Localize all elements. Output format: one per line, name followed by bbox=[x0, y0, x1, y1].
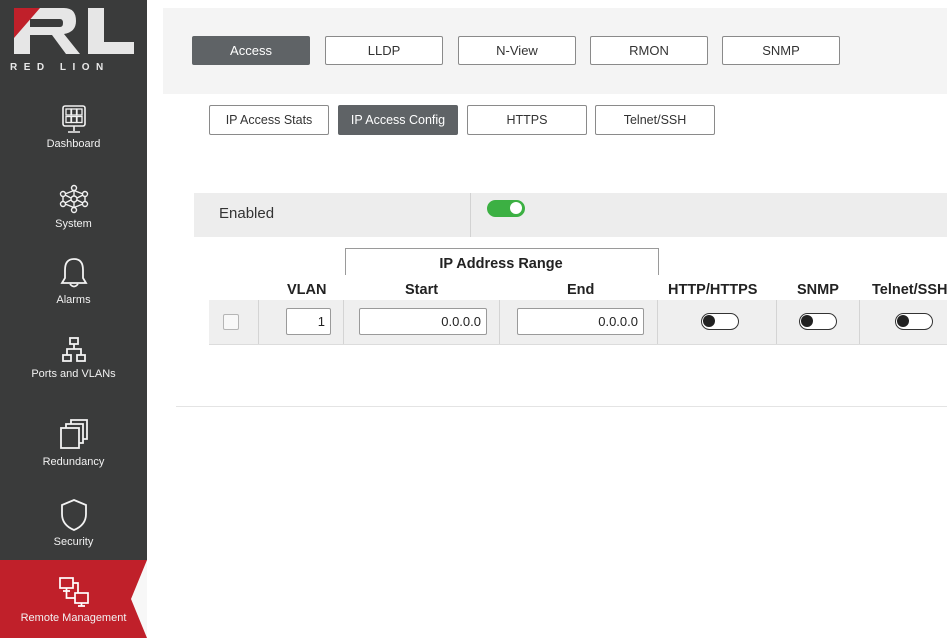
rl-logo-icon bbox=[14, 8, 134, 54]
telnet-ssh-header: Telnet/SSH bbox=[872, 282, 947, 298]
start-header: Start bbox=[405, 282, 439, 298]
subtab-telnet-ssh[interactable]: Telnet/SSH bbox=[595, 105, 715, 135]
sidebar-item-label: Remote Management bbox=[20, 612, 127, 624]
bell-icon bbox=[59, 258, 88, 288]
cell-divider bbox=[258, 300, 259, 344]
enabled-row: Enabled bbox=[194, 193, 947, 237]
remote-monitors-icon bbox=[58, 577, 89, 607]
dashboard-icon bbox=[61, 105, 86, 133]
sidebar-item-dashboard[interactable]: Dashboard bbox=[0, 104, 147, 150]
sidebar-item-label: Security bbox=[53, 536, 94, 548]
enabled-label: Enabled bbox=[219, 205, 275, 222]
red-lion-logo: RED LION bbox=[0, 0, 147, 86]
telnet-ssh-toggle[interactable] bbox=[895, 313, 933, 330]
active-indicator bbox=[131, 560, 147, 638]
divider bbox=[470, 193, 471, 237]
stacked-windows-icon bbox=[59, 419, 88, 449]
tab-lldp[interactable]: LLDP bbox=[325, 36, 443, 65]
snmp-header: SNMP bbox=[797, 282, 839, 298]
ip-range-header: IP Address Range bbox=[439, 256, 563, 272]
http-https-header: HTTP/HTTPS bbox=[668, 282, 758, 298]
end-header: End bbox=[567, 282, 595, 298]
sidebar-item-label: System bbox=[55, 218, 92, 230]
sidebar-item-remote-management[interactable]: Remote Management bbox=[0, 560, 147, 638]
sidebar-item-alarms[interactable]: Alarms bbox=[0, 256, 147, 306]
cell-divider bbox=[499, 300, 500, 344]
shield-icon bbox=[60, 499, 87, 531]
snmp-toggle[interactable] bbox=[799, 313, 837, 330]
sidebar-item-system[interactable]: System bbox=[0, 184, 147, 230]
row-select-checkbox[interactable] bbox=[223, 314, 239, 330]
ports-tree-icon bbox=[61, 337, 86, 362]
sidebar-item-label: Alarms bbox=[56, 294, 91, 306]
vlan-input[interactable]: 1 bbox=[286, 308, 331, 335]
tab-n-view[interactable]: N-View bbox=[458, 36, 576, 65]
subtab-ip-access-stats[interactable]: IP Access Stats bbox=[209, 105, 329, 135]
enabled-toggle[interactable] bbox=[487, 200, 525, 217]
tab-snmp[interactable]: SNMP bbox=[722, 36, 840, 65]
subtab-ip-access-config[interactable]: IP Access Config bbox=[338, 105, 458, 135]
cell-divider bbox=[657, 300, 658, 344]
start-ip-input[interactable]: 0.0.0.0 bbox=[359, 308, 487, 335]
sidebar-item-label: Ports and VLANs bbox=[31, 368, 116, 380]
sidebar: RED LION Dashboard System Alarms Ports a… bbox=[0, 0, 147, 638]
cell-divider bbox=[859, 300, 860, 344]
gutter bbox=[147, 0, 163, 638]
sidebar-item-ports-and-vlans[interactable]: Ports and VLANs bbox=[0, 336, 147, 380]
cell-divider bbox=[776, 300, 777, 344]
sidebar-item-redundancy[interactable]: Redundancy bbox=[0, 418, 147, 468]
table-row: 1 0.0.0.0 0.0.0.0 bbox=[209, 300, 947, 345]
cell-divider bbox=[343, 300, 344, 344]
vlan-header: VLAN bbox=[287, 282, 327, 298]
sidebar-item-label: Redundancy bbox=[42, 456, 105, 468]
network-nodes-icon bbox=[59, 184, 88, 214]
tab-access[interactable]: Access bbox=[192, 36, 310, 65]
end-ip-input[interactable]: 0.0.0.0 bbox=[517, 308, 644, 335]
tab-rmon[interactable]: RMON bbox=[590, 36, 708, 65]
logo-text: RED LION bbox=[10, 62, 110, 73]
subtab-https[interactable]: HTTPS bbox=[467, 105, 587, 135]
sidebar-item-security[interactable]: Security bbox=[0, 498, 147, 548]
sidebar-item-label: Dashboard bbox=[46, 138, 101, 150]
http-https-toggle[interactable] bbox=[701, 313, 739, 330]
